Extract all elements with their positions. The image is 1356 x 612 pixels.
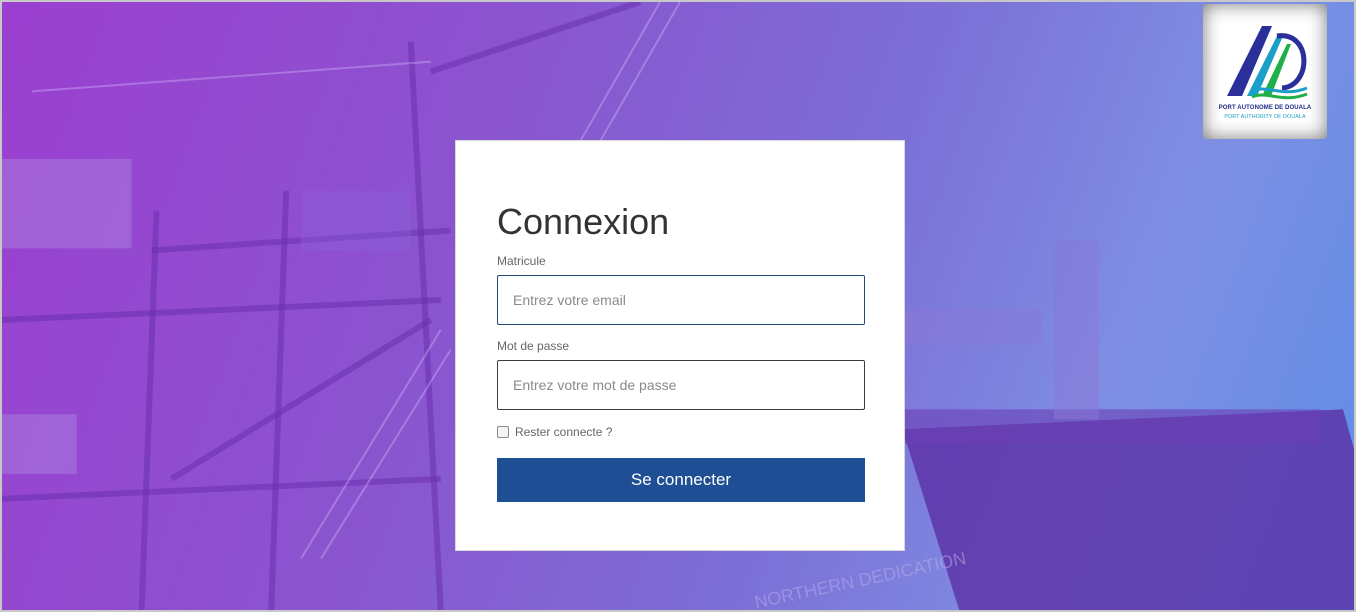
matricule-input[interactable] (497, 275, 865, 325)
matricule-label: Matricule (497, 254, 546, 268)
login-button[interactable]: Se connecter (497, 458, 865, 502)
company-logo: PORT AUTONOME DE DOUALA PORT AUTHORITY O… (1203, 4, 1327, 139)
logo-line-1: PORT AUTONOME DE DOUALA (1218, 105, 1312, 111)
page-frame: NORTHERN DEDICATION PORT AUTONOME DE DOU… (0, 0, 1356, 612)
remember-me[interactable]: Rester connecte ? (497, 425, 612, 439)
remember-checkbox[interactable] (497, 426, 509, 438)
ship-name-text: NORTHERN DEDICATION (753, 548, 968, 610)
login-card: Connexion Matricule Mot de passe Rester … (455, 140, 905, 551)
login-title: Connexion (497, 201, 670, 242)
password-input[interactable] (497, 360, 865, 410)
remember-label: Rester connecte ? (515, 425, 613, 439)
port-logo-icon (1227, 26, 1308, 100)
logo-line-2: PORT AUTHORITY OF DOUALA (1224, 114, 1306, 120)
password-label: Mot de passe (497, 339, 570, 353)
